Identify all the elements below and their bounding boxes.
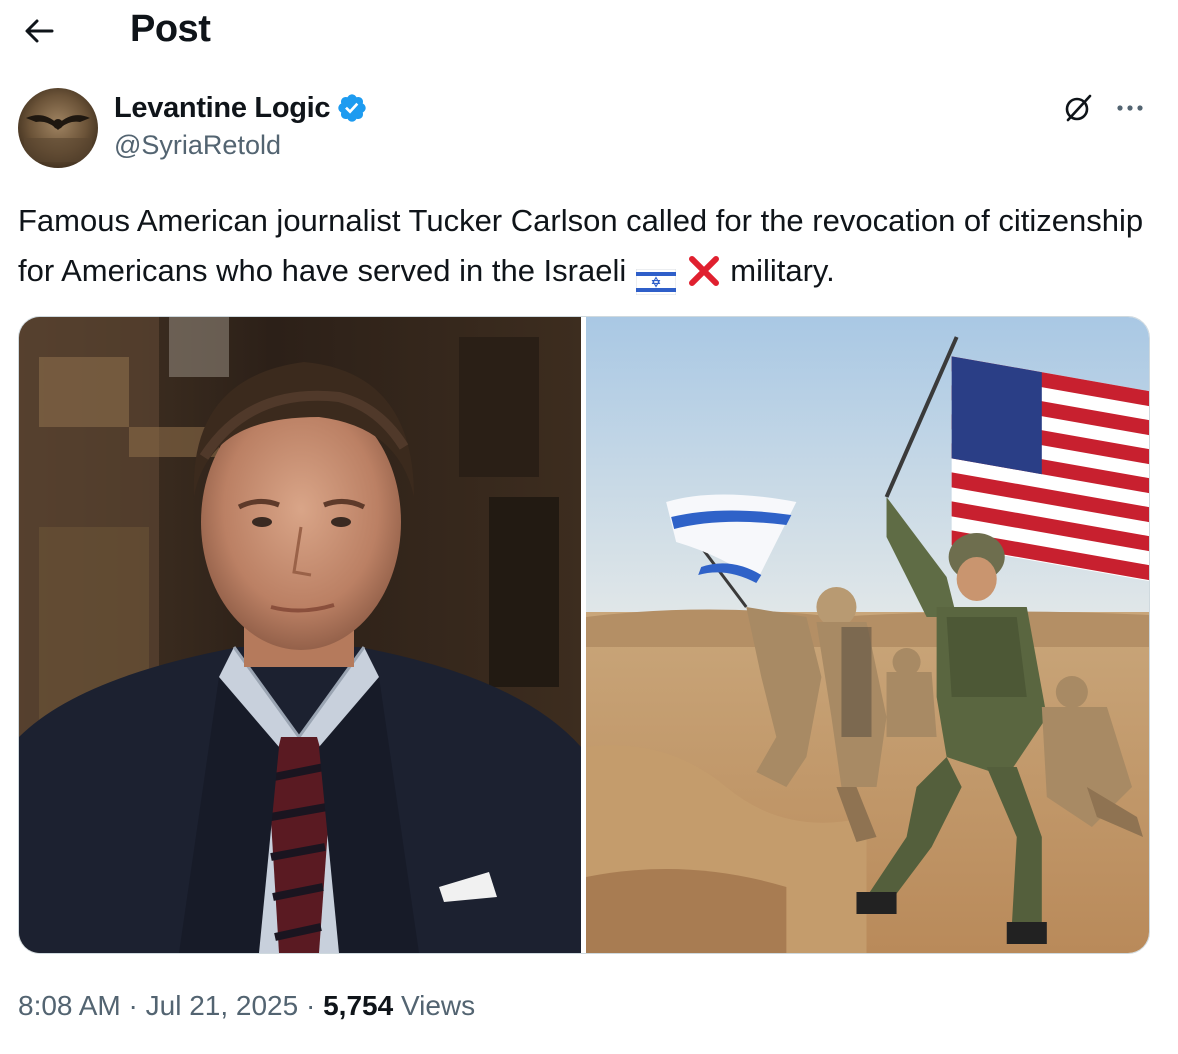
grok-icon[interactable] [1062,92,1094,124]
views-label: Views [400,990,476,1021]
cross-mark-emoji [686,253,722,289]
tweet-text-end: military. [730,253,835,288]
verified-badge-icon [336,92,368,124]
media-grid [18,316,1150,954]
tweet-text: Famous American journalist Tucker Carlso… [18,196,1158,296]
page-title: Post [130,8,211,50]
back-arrow-icon[interactable] [22,14,56,48]
post-meta: 8:08 AM · Jul 21, 2025 · 5,754 Views [18,990,475,1022]
post-date[interactable]: Jul 21, 2025 [146,990,299,1021]
tweet-text-main: Famous American journalist Tucker Carlso… [18,203,1144,288]
more-options-icon[interactable] [1112,96,1148,120]
author-name[interactable]: Levantine Logic [114,92,331,125]
author-handle[interactable]: @SyriaRetold [114,130,281,161]
media-image-tucker-carlson[interactable] [19,317,581,953]
israel-flag-emoji [635,260,677,296]
avatar[interactable] [18,88,98,168]
author-name-row: Levantine Logic [114,90,368,126]
meta-separator: · [128,990,138,1021]
top-bar: Post [0,0,1178,64]
meta-separator-2: · [305,990,316,1021]
media-image-soldiers-flags[interactable] [586,317,1149,953]
post-time[interactable]: 8:08 AM [18,990,121,1021]
views-count: 5,754 [323,990,394,1021]
